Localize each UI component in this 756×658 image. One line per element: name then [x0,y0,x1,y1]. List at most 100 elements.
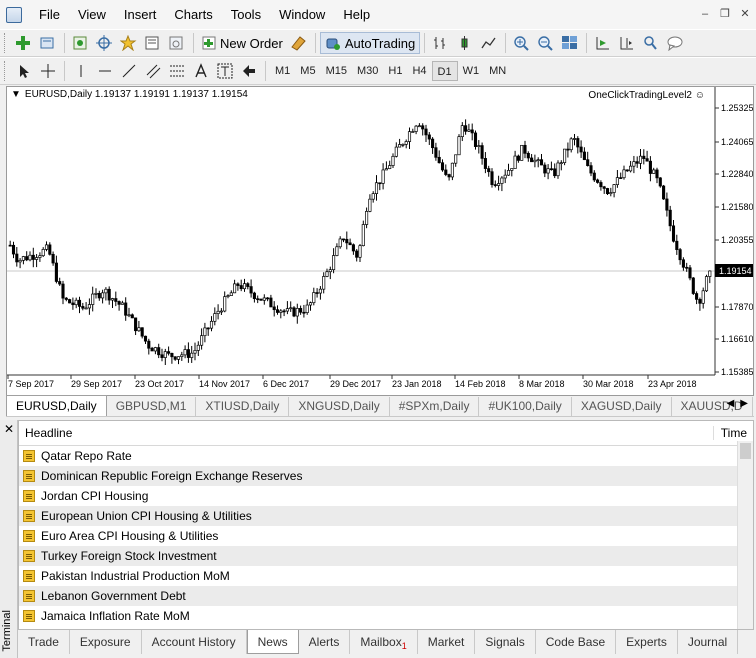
news-row[interactable]: Jordan CPI Housing [19,486,753,506]
news-scrollbar[interactable] [737,441,753,629]
tab-code-base[interactable]: Code Base [536,630,617,654]
terminal-close-icon[interactable]: ✕ [4,422,14,436]
bear-candle [589,165,593,174]
close-icon[interactable]: ✕ [738,8,752,22]
vertical-line-icon[interactable] [70,60,92,82]
tab-market[interactable]: Market [418,630,476,654]
toolbar-grip[interactable] [4,33,8,53]
timeframe-d1[interactable]: D1 [431,61,458,81]
tab-journal[interactable]: Journal [678,630,739,654]
metaeditor-icon[interactable] [288,32,310,54]
timeframe-mn[interactable]: MN [484,61,511,81]
news-headline: Turkey Foreign Stock Investment [41,549,217,563]
menu-help[interactable]: Help [334,0,379,30]
text-icon[interactable] [190,60,212,82]
news-row[interactable]: Pakistan Industrial Production MoM [19,566,753,586]
text-label-icon[interactable] [214,60,236,82]
strategy-tester-icon[interactable] [166,32,188,54]
tile-windows-icon[interactable] [559,32,581,54]
chart-canvas[interactable]: 1.25325 1.24065 1.22840 1.21580 1.20355 1.178… [7,87,753,395]
standard-toolbar: New Order AutoTrading [0,29,756,57]
minimize-icon[interactable]: – [698,8,712,22]
toolbar-grip[interactable] [4,61,8,81]
menu-file[interactable]: File [30,0,69,30]
chart-tab-xagusd[interactable]: XAGUSD,Daily [572,397,672,416]
bar-chart-icon[interactable] [430,32,452,54]
timeframe-m5[interactable]: M5 [295,61,320,81]
news-row[interactable]: Turkey Foreign Stock Investment [19,546,753,566]
candlestick-chart-icon[interactable] [454,32,476,54]
crosshair-nav-icon[interactable] [94,32,116,54]
chart-tab-xngusd[interactable]: XNGUSD,Daily [289,397,390,416]
news-row[interactable]: Qatar Repo Rate [19,446,753,466]
menu-insert[interactable]: Insert [115,0,166,30]
bull-candle [513,155,517,169]
app-icon[interactable] [6,7,22,23]
timeframe-w1[interactable]: W1 [458,61,485,81]
tab-alerts[interactable]: Alerts [299,630,351,654]
menu-view[interactable]: View [69,0,115,30]
tab-mailbox[interactable]: Mailbox1 [350,630,418,654]
bull-candle [609,192,613,195]
chart-shift-icon[interactable] [616,32,638,54]
timeframe-m30[interactable]: M30 [352,61,383,81]
crosshair-icon[interactable] [37,60,59,82]
tab-exposure[interactable]: Exposure [70,630,142,654]
favorites-star-icon[interactable] [118,32,140,54]
menu-tools[interactable]: Tools [222,0,270,30]
bear-candle [11,244,16,255]
price-chart[interactable]: 1.25325 1.24065 1.22840 1.21580 1.20355 1.178… [6,86,754,396]
bull-candle [407,131,412,142]
headline-column-header[interactable]: Headline [19,426,713,440]
zoom-out-icon[interactable] [535,32,557,54]
tab-right-arrow-icon[interactable]: ▶ [740,398,748,409]
data-window-icon[interactable] [142,32,164,54]
zoom-in-icon[interactable] [511,32,533,54]
bear-candle [668,209,672,227]
tab-left-arrow-icon[interactable]: ◀ [727,398,735,409]
search-icon[interactable] [640,32,662,54]
trendline-icon[interactable] [118,60,140,82]
new-chart-icon[interactable] [13,32,35,54]
autotrading-button[interactable]: AutoTrading [319,32,421,54]
tab-trade[interactable]: Trade [18,630,70,654]
profiles-icon[interactable] [37,32,59,54]
tab-signals[interactable]: Signals [475,630,536,654]
menu-charts[interactable]: Charts [165,0,221,30]
line-chart-icon[interactable] [478,32,500,54]
tab-account-history[interactable]: Account History [142,630,247,654]
timeframe-h1[interactable]: H1 [383,61,407,81]
fibonacci-icon[interactable] [166,60,188,82]
news-row[interactable]: Dominican Republic Foreign Exchange Rese… [19,466,753,486]
horizontal-line-icon[interactable] [94,60,116,82]
market-watch-icon[interactable] [70,32,92,54]
news-row[interactable]: Lebanon Government Debt [19,586,753,606]
chat-icon[interactable] [664,32,686,54]
auto-scroll-icon[interactable] [592,32,614,54]
scrollbar-thumb[interactable] [740,443,751,459]
menu-window[interactable]: Window [270,0,334,30]
tab-experts[interactable]: Experts [616,630,678,654]
restore-icon[interactable]: ❐ [718,8,732,22]
bear-candle [493,184,497,186]
chart-tab-gbpusd[interactable]: GBPUSD,M1 [107,397,197,416]
new-order-button[interactable]: New Order [198,32,287,54]
timeframe-m15[interactable]: M15 [321,61,352,81]
bear-candle [256,298,260,301]
chart-menu-triangle-icon[interactable]: ▼ [11,89,21,100]
timeframe-h4[interactable]: H4 [407,61,431,81]
time-column-header[interactable]: Time [713,426,753,440]
chart-tab-spxm[interactable]: #SPXm,Daily [390,397,480,416]
chart-tab-uk100[interactable]: #UK100,Daily [479,397,572,416]
tab-news[interactable]: News [246,630,299,654]
channel-icon[interactable] [142,60,164,82]
chart-tab-xtiusd[interactable]: XTIUSD,Daily [196,397,290,416]
cursor-icon[interactable] [13,60,35,82]
timeframe-m1[interactable]: M1 [270,61,295,81]
chart-tab-eurusd[interactable]: EURUSD,Daily [6,395,107,416]
news-row[interactable]: European Union CPI Housing & Utilities [19,506,753,526]
arrows-shapes-icon[interactable] [238,60,260,82]
news-row[interactable]: Euro Area CPI Housing & Utilities [19,526,753,546]
one-click-trading[interactable]: OneClickTradingLevel2 ☺ [588,90,705,101]
news-row[interactable]: Jamaica Inflation Rate MoM [19,606,753,626]
